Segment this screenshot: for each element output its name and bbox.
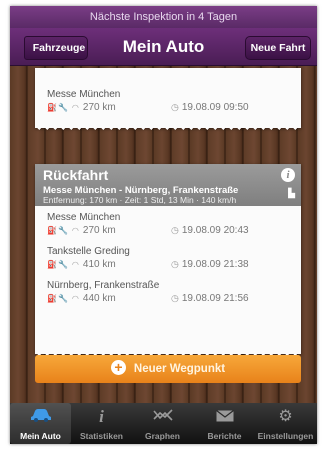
waypoint-distance: 270 km (82, 102, 116, 113)
waypoint-time: 19.08.09 21:38 (181, 259, 249, 270)
waypoint-time: 19.08.09 20:43 (181, 225, 249, 236)
tab-label: Statistiken (80, 431, 123, 441)
waypoint-time-wrap: ◷ 19.08.09 09:50 (171, 102, 249, 113)
car-icon (10, 408, 71, 426)
new-trip-button-label: Neue Fahrt (250, 42, 306, 54)
tab-bar: Mein Auto i Statistiken Graphen Berichte… (10, 403, 317, 444)
waypoint-time-wrap: ◷ 19.08.09 20:43 (171, 225, 249, 236)
info-icon[interactable]: i (281, 168, 295, 182)
clock-icon: ◷ (171, 102, 179, 112)
clock-icon: ◷ (171, 293, 179, 303)
waypoint-distance: 270 km (82, 225, 116, 236)
plus-icon: + (110, 360, 126, 376)
tab-statistiken[interactable]: i Statistiken (71, 403, 132, 444)
list-item[interactable]: Tankstelle Greding ⛽🔧 ◠ 410 km ◷ 19.08.09 2… (47, 246, 291, 279)
banner-text: Nächste Inspektion in 4 Tagen (89, 11, 238, 23)
trip-card[interactable]: Rückfahrt Messe München - Nürnberg, Fran… (35, 164, 301, 360)
trip-title: Rückfahrt (43, 167, 109, 183)
fuel-icon: ⛽🔧 (47, 294, 69, 303)
tab-label: Graphen (145, 431, 180, 441)
tab-graphen[interactable]: Graphen (132, 403, 193, 444)
waypoint-meta: ⛽🔧 ◠ 270 km (47, 225, 116, 236)
odometer-icon: ◠ (71, 226, 80, 235)
clock-icon: ◷ (171, 225, 179, 235)
waypoint-meta: ⛽🔧 ◠ 410 km (47, 259, 116, 270)
waypoint-distance: 440 km (82, 293, 116, 304)
mail-icon (194, 408, 255, 426)
list-item[interactable]: Messe München ⛽🔧 ◠ 270 km ◷ 19.08.09 09:50 (47, 89, 291, 122)
gear-icon: ⚙ (278, 408, 293, 425)
list-item[interactable]: Nürnberg, Frankenstraße ⛽🔧 ◠ 440 km ◷ 19.08… (47, 280, 291, 313)
fuel-icon: ⛽🔧 (47, 103, 69, 112)
info-icon: i (99, 407, 104, 426)
inspection-banner: Nächste Inspektion in 4 Tagen (10, 6, 317, 28)
odometer-icon: ◠ (71, 294, 80, 303)
waypoint-name: Tankstelle Greding (47, 246, 130, 257)
odometer-icon: ◠ (71, 103, 80, 112)
tab-mein-auto[interactable]: Mein Auto (10, 403, 71, 444)
waypoint-name: Messe München (47, 89, 121, 100)
waypoint-time: 19.08.09 21:56 (181, 293, 249, 304)
new-trip-button[interactable]: Neue Fahrt (245, 36, 311, 60)
app-window: Nächste Inspektion in 4 Tagen Fahrzeuge … (10, 6, 317, 444)
waypoint-meta: ⛽🔧 ◠ 440 km (47, 293, 116, 304)
tab-label: Berichte (207, 431, 242, 441)
graph-icon (132, 408, 193, 426)
previous-trip-card[interactable]: Messe München ⛽🔧 ◠ 270 km ◷ 19.08.09 09:50 (35, 68, 301, 134)
waypoint-time-wrap: ◷ 19.08.09 21:38 (171, 259, 249, 270)
waypoint-time-wrap: ◷ 19.08.09 21:56 (171, 293, 249, 304)
trip-header[interactable]: Rückfahrt Messe München - Nürnberg, Fran… (35, 164, 301, 206)
fuel-icon: ⛽🔧 (47, 260, 69, 269)
mail-icon-svg (215, 410, 234, 422)
waypoint-meta: ⛽🔧 ◠ 270 km (47, 102, 116, 113)
waypoint-distance: 410 km (82, 259, 116, 270)
waypoint-time: 19.08.09 09:50 (181, 102, 249, 113)
odometer-icon: ◠ (71, 260, 80, 269)
clock-icon: ◷ (171, 259, 179, 269)
waypoint-name: Messe München (47, 212, 121, 223)
list-item[interactable]: Messe München ⛽🔧 ◠ 270 km ◷ 19.08.09 20:43 (47, 212, 291, 245)
tab-einstellungen[interactable]: ⚙ Einstellungen (255, 403, 316, 444)
tab-label: Einstellungen (257, 431, 314, 441)
fuel-icon: ⛽🔧 (47, 226, 69, 235)
add-waypoint-button[interactable]: + Neuer Wegpunkt (35, 355, 301, 383)
car-icon: ▙ (288, 188, 295, 198)
waypoint-name: Nürnberg, Frankenstraße (47, 280, 160, 291)
tab-berichte[interactable]: Berichte (194, 403, 255, 444)
trip-details: Entfernung: 170 km · Zeit: 1 Std, 13 Min… (43, 195, 237, 205)
tab-label: Mein Auto (20, 431, 61, 441)
navigation-bar: Fahrzeuge Mein Auto Neue Fahrt (10, 28, 317, 66)
add-waypoint-label: Neuer Wegpunkt (133, 363, 226, 375)
graph-icon-svg (152, 409, 173, 421)
car-icon-svg (30, 409, 51, 422)
